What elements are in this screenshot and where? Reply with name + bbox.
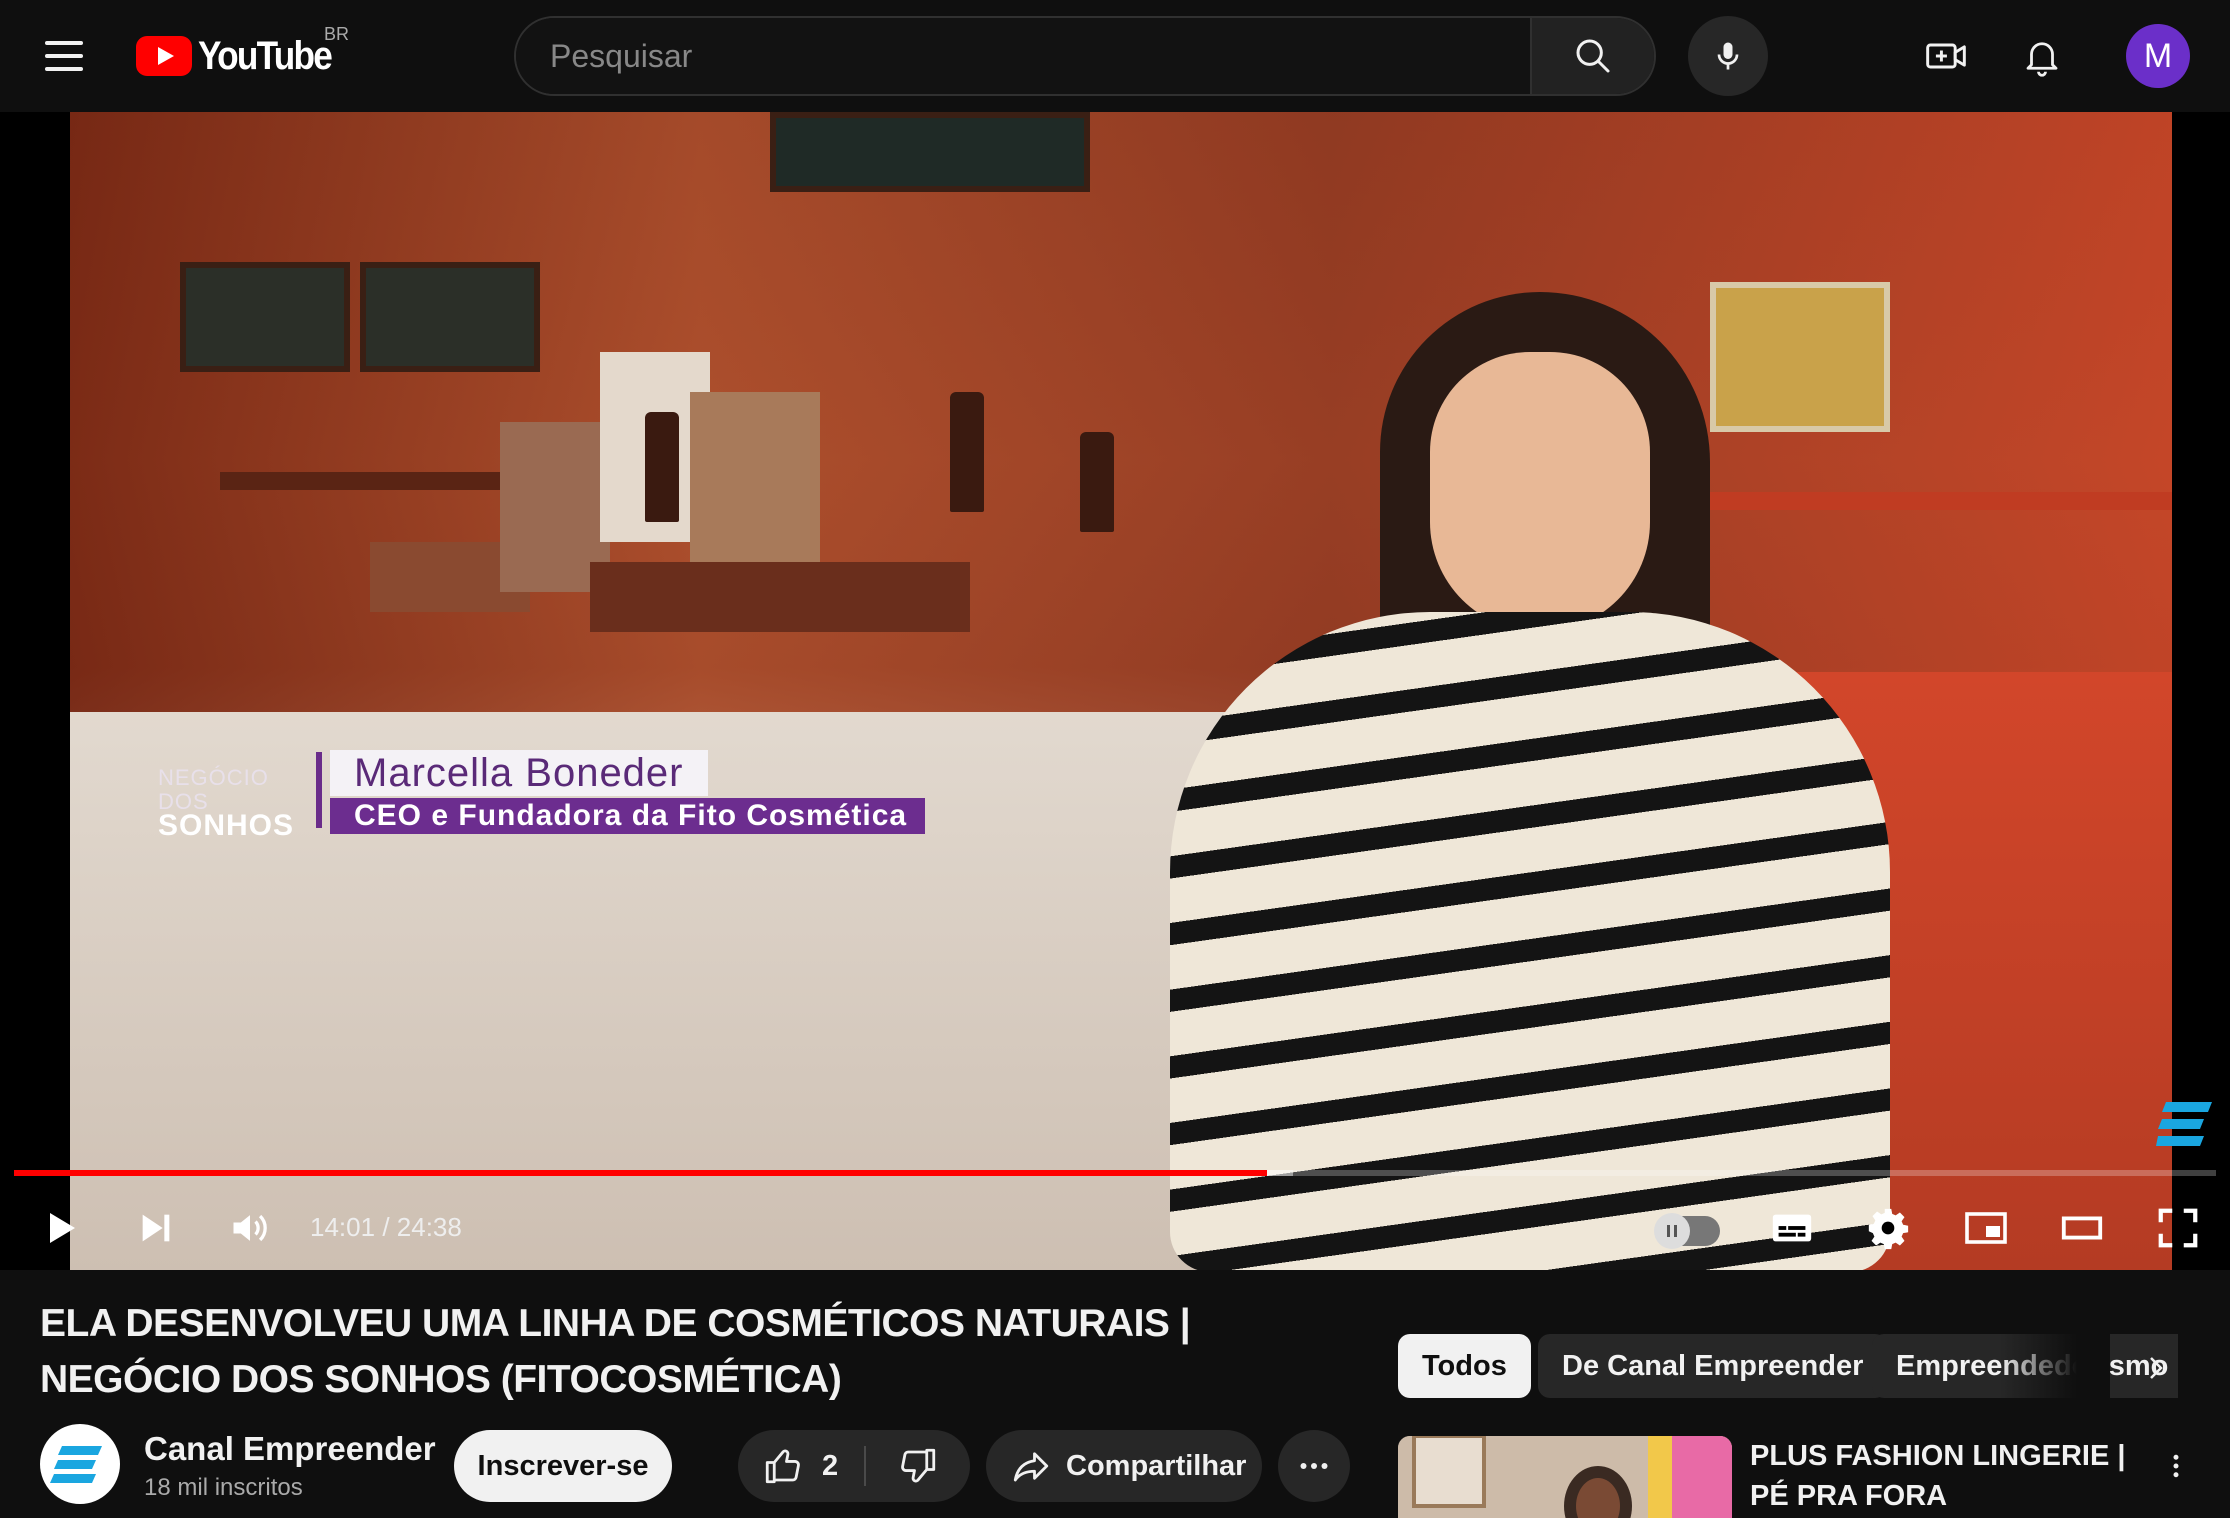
chevron-right-icon [2150,1357,2163,1379]
mute-button[interactable] [220,1198,280,1258]
subscriber-count: 18 mil inscritos [144,1474,303,1501]
video-wall-sign [770,112,1090,192]
duration: 24:38 [396,1212,462,1242]
share-icon [1013,1452,1049,1482]
more-vertical-icon [2173,1454,2179,1478]
recommended-video[interactable]: PLUS FASHION LINGERIE | PÉ PRA FORA [1398,1436,2198,1518]
voice-search-button[interactable] [1688,16,1768,96]
miniplayer-button[interactable] [1956,1198,2016,1258]
autoplay-knob [1654,1213,1690,1249]
youtube-logo[interactable]: YouTube [136,28,349,84]
chips-fade [2000,1330,2110,1402]
country-code: BR [324,24,350,44]
progress-bar[interactable] [14,1170,2216,1176]
volume-icon [233,1214,267,1242]
lower-third-name: Marcella Boneder [330,750,708,796]
video-bottle [645,412,679,522]
channel-logo-icon [50,1446,102,1483]
video-wall-picture [180,262,350,372]
thumbs-up-icon [765,1449,800,1484]
play-button[interactable] [30,1198,90,1258]
miniplayer-icon [1965,1212,2007,1244]
like-separator [864,1446,866,1486]
time-display: 14:01 / 24:38 [310,1212,462,1243]
guide-menu-button[interactable] [28,26,100,86]
search-button[interactable] [1530,18,1654,94]
masthead: YouTube BR M [0,0,2230,112]
video-person [1090,182,1910,1270]
share-label: Compartilhar [1066,1449,1247,1482]
like-dislike-group: 2 [738,1430,970,1502]
theater-mode-button[interactable] [2052,1198,2112,1258]
autoplay-toggle[interactable] [1654,1213,1720,1249]
search-input[interactable] [516,18,1530,94]
show-logo-line2: SONHOS [158,809,295,842]
theater-icon [2061,1216,2103,1240]
next-button[interactable] [126,1198,186,1258]
fullscreen-button[interactable] [2148,1198,2208,1258]
lower-third-role: CEO e Fundadora da Fito Cosmética [330,798,926,834]
show-logo: NEGÓCIO DOS SONHOS [158,765,306,841]
video-prop [590,562,970,632]
lower-third-bar [316,752,322,828]
recommended-title[interactable]: PLUS FASHION LINGERIE | PÉ PRA FORA [1750,1436,2130,1516]
player-controls: 14:01 / 24:38 [0,1186,2230,1270]
like-count: 2 [822,1449,839,1482]
more-actions-button[interactable] [1278,1430,1350,1502]
thumbs-down-icon [901,1448,936,1483]
thumbnail-image [1398,1436,1732,1518]
channel-avatar[interactable] [40,1424,120,1504]
menu-line [45,41,83,45]
pause-icon [1667,1225,1677,1237]
video-bottle [950,392,984,512]
like-button[interactable]: 2 [738,1430,864,1502]
youtube-play-logo-icon [136,36,192,76]
subscribe-button[interactable]: Inscrever-se [454,1430,672,1502]
channel-name[interactable]: Canal Empreender [144,1430,436,1468]
recommended-thumbnail[interactable] [1398,1436,1732,1518]
share-button[interactable]: Compartilhar [986,1430,1262,1502]
account-avatar[interactable]: M [2126,24,2190,88]
video-frame: NEGÓCIO DOS SONHOS Marcella Boneder CEO … [70,112,2172,1270]
settings-gear-icon [1868,1208,1909,1250]
notifications-button[interactable] [2012,26,2072,86]
recommended-menu-button[interactable] [2156,1436,2196,1496]
logo-text: YouTube [198,33,333,78]
bell-icon [2026,42,2058,77]
chip-de-canal-empreender[interactable]: De Canal Empreender [1538,1334,1888,1398]
time-separator: / [382,1212,390,1242]
current-time: 14:01 [310,1212,376,1242]
video-title: ELA DESENVOLVEU UMA LINHA DE COSMÉTICOS … [40,1302,1191,1401]
play-icon [50,1213,75,1243]
video-wall-picture [360,262,540,372]
more-horizontal-icon [1300,1463,1328,1469]
channel-watermark-icon[interactable] [2156,1102,2212,1146]
video-prop [690,392,820,582]
microphone-icon [1717,42,1739,70]
search-icon [1576,39,1610,73]
menu-line [45,67,83,71]
next-icon [142,1214,170,1242]
video-person-face [1430,352,1650,632]
menu-line [45,54,83,58]
create-video-icon [1926,43,1966,69]
search-box [514,16,1656,96]
show-logo-line1: NEGÓCIO DOS [158,765,269,814]
dislike-button[interactable] [868,1430,968,1502]
create-button[interactable] [1916,26,1976,86]
settings-button[interactable] [1858,1198,1918,1258]
video-player[interactable]: NEGÓCIO DOS SONHOS Marcella Boneder CEO … [0,112,2230,1270]
subtitles-icon [1772,1214,1812,1242]
progress-played [14,1170,1267,1176]
subtitles-button[interactable] [1762,1198,1822,1258]
chips-next-button[interactable] [2124,1336,2188,1400]
fullscreen-icon [2158,1208,2198,1248]
chip-todos[interactable]: Todos [1398,1334,1531,1398]
